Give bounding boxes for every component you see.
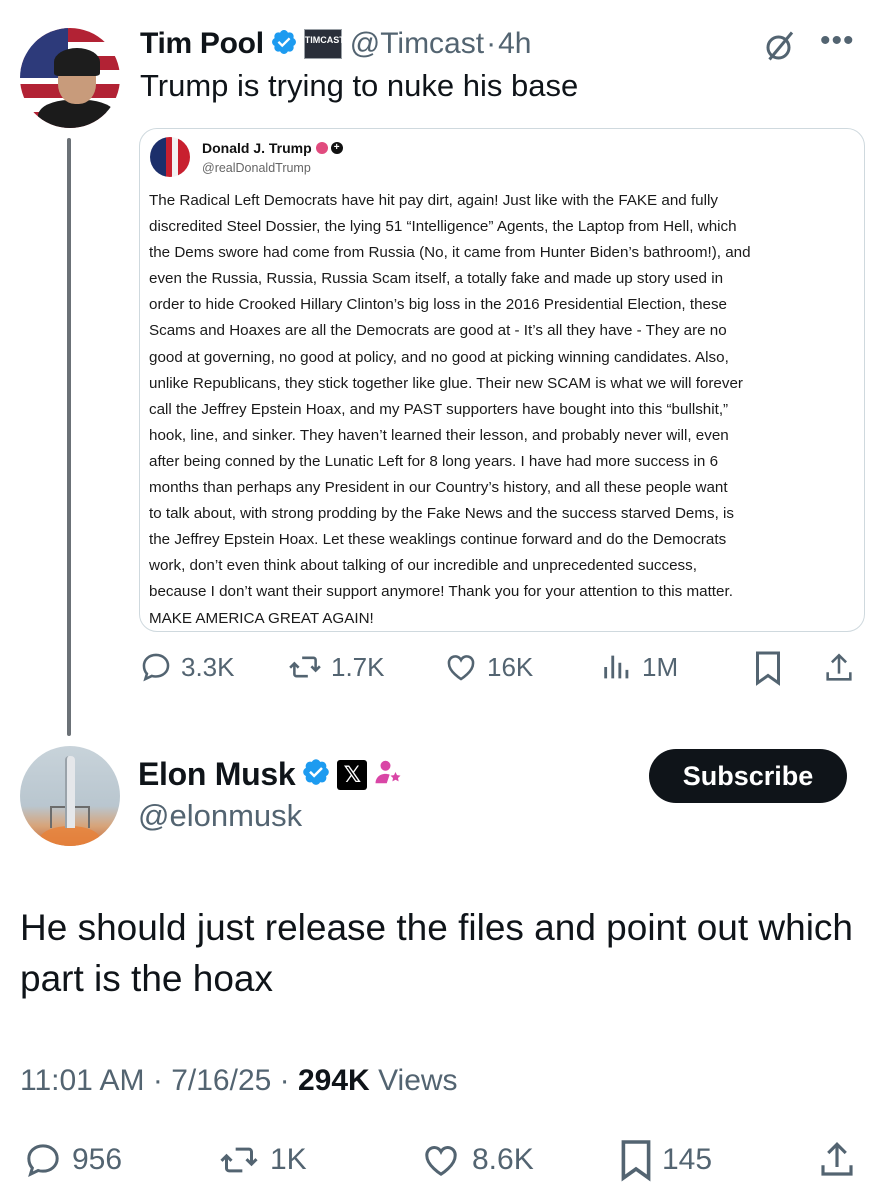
quoted-line: to talk about, with strong prodding by t… xyxy=(149,505,735,523)
tweet-metadata: 11:01 AM · 7/16/25 · 294K Views xyxy=(20,1064,458,1098)
repost-count: 1K xyxy=(270,1143,307,1176)
quoted-line: after being conned by the Lunatic Left f… xyxy=(149,452,719,470)
repost-icon xyxy=(220,1147,258,1173)
reply-count: 3.3K xyxy=(181,651,235,682)
quoted-author-handle: @realDonaldTrump xyxy=(202,161,311,175)
quoted-line: unlike Republicans, they stick together … xyxy=(149,374,743,392)
grok-icon[interactable] xyxy=(762,28,798,69)
reply-button[interactable]: 3.3K xyxy=(139,650,235,684)
quoted-post-image[interactable]: Donald J. Trump + @realDonaldTrump The R… xyxy=(139,128,865,632)
views-button[interactable]: 1M xyxy=(600,650,678,684)
more-icon[interactable]: ••• xyxy=(820,26,855,56)
quoted-line: work, don’t even think about talking of … xyxy=(149,557,697,575)
elon-musk-avatar[interactable] xyxy=(20,746,120,846)
timcast-affiliate-badge[interactable]: TIMCAST NEWS xyxy=(303,29,374,59)
quoted-author-avatar xyxy=(150,137,190,177)
like-icon xyxy=(425,1146,457,1176)
reply-icon xyxy=(142,653,170,682)
quoted-author-name: Donald J. Trump xyxy=(202,140,312,156)
quoted-line: even the Russia, Russia, Russia Scam its… xyxy=(149,270,724,288)
reply-button[interactable]: 956 xyxy=(22,1140,122,1180)
bookmark-button[interactable]: 145 xyxy=(618,1138,712,1182)
bookmark-count: 145 xyxy=(662,1143,713,1176)
share-button[interactable] xyxy=(822,650,856,686)
views-label: Views xyxy=(378,1064,458,1097)
quoted-verified-icon xyxy=(315,142,328,154)
author-handle[interactable]: @elonmusk xyxy=(138,798,302,834)
verified-badge-icon xyxy=(270,28,298,61)
repost-count: 1.7K xyxy=(331,651,385,682)
share-icon xyxy=(826,653,852,681)
like-count: 16K xyxy=(487,651,534,682)
bookmark-icon xyxy=(621,1140,651,1182)
quoted-line: months than perhaps any President in our… xyxy=(149,479,728,497)
author-name[interactable]: Elon Musk xyxy=(138,756,296,793)
quoted-line: order to hide Crooked Hillary Clinton’s … xyxy=(149,296,728,314)
bookmark-button[interactable] xyxy=(753,650,783,686)
like-button[interactable]: 8.6K xyxy=(418,1140,534,1180)
affiliate-icon xyxy=(373,757,403,792)
tweet2-header: Elon Musk 𝕏 xyxy=(138,756,403,793)
like-count: 8.6K xyxy=(472,1143,534,1176)
x-affiliate-badge[interactable]: 𝕏 xyxy=(337,759,368,790)
separator-dot: · xyxy=(279,1064,290,1097)
quoted-line: because I don’t want their support anymo… xyxy=(149,583,733,601)
quoted-plus-icon: + xyxy=(330,142,343,154)
quoted-line: discredited Steel Dossier, the lying 51 … xyxy=(149,218,737,236)
separator-dot: · xyxy=(152,1064,163,1097)
separator-dot: · xyxy=(486,27,497,60)
like-icon xyxy=(447,655,475,681)
tweet1-text: Trump is trying to nuke his base xyxy=(140,68,579,103)
bookmark-icon xyxy=(756,651,780,686)
quoted-line: The Radical Left Democrats have hit pay … xyxy=(149,192,718,209)
subscribe-button[interactable]: Subscribe xyxy=(649,749,847,803)
quoted-line: the Dems swore had come from Russia (No,… xyxy=(149,244,751,262)
author-handle[interactable]: @Timcast xyxy=(350,27,484,61)
views-count: 1M xyxy=(642,651,679,682)
reply-count: 956 xyxy=(72,1143,123,1176)
repost-icon xyxy=(289,656,321,678)
quoted-line: Scams and Hoaxes are all the Democrats a… xyxy=(149,322,727,340)
like-button[interactable]: 16K xyxy=(443,650,533,684)
reply-icon xyxy=(27,1144,59,1177)
author-name[interactable]: Tim Pool xyxy=(140,27,264,61)
quoted-line: call the Jeffrey Epstein Hoax, and my PA… xyxy=(149,400,729,418)
quoted-line: hook, line, and sinker. They haven’t lea… xyxy=(149,426,729,444)
quoted-line: good at governing, no good at policy, an… xyxy=(149,348,729,366)
views-count: 294K xyxy=(298,1064,370,1097)
tweet1-header: Tim Pool TIMCAST NEWS @Timcast · 4h xyxy=(140,26,531,62)
quoted-line: MAKE AMERICA GREAT AGAIN! xyxy=(149,609,374,627)
tweet-time[interactable]: 4h xyxy=(498,27,531,61)
views-icon xyxy=(604,655,629,679)
repost-button[interactable]: 1.7K xyxy=(287,650,385,684)
quoted-line: the Jeffrey Epstein Hoax. Let these weak… xyxy=(149,531,727,549)
share-button[interactable] xyxy=(816,1138,858,1182)
quoted-post-body: The Radical Left Democrats have hit pay … xyxy=(149,188,861,631)
verified-badge-icon xyxy=(301,757,331,792)
tweet-time[interactable]: 11:01 AM xyxy=(20,1064,145,1097)
thread-connector-line xyxy=(67,138,71,736)
share-icon xyxy=(821,1142,853,1176)
repost-button[interactable]: 1K xyxy=(216,1140,307,1180)
tim-pool-avatar[interactable] xyxy=(20,28,120,128)
tweet2-text: He should just release the files and poi… xyxy=(20,907,854,999)
tweet-date[interactable]: 7/16/25 xyxy=(171,1064,271,1097)
